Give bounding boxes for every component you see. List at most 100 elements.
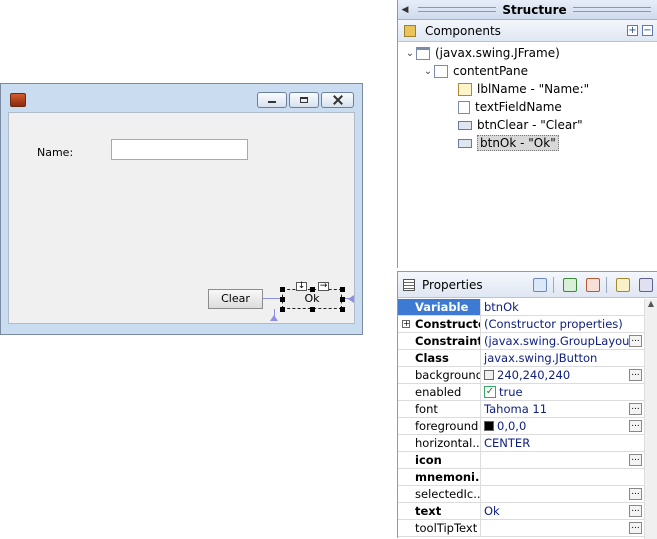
- resize-handle[interactable]: [310, 307, 315, 312]
- close-button[interactable]: [321, 92, 354, 108]
- resize-handle[interactable]: [340, 287, 345, 292]
- clear-button[interactable]: Clear: [208, 289, 263, 309]
- property-row[interactable]: enabled ✓ true: [398, 384, 644, 401]
- property-row[interactable]: mnemoni...: [398, 469, 644, 486]
- properties-icon: [403, 278, 415, 291]
- property-value[interactable]: (Constructor properties): [481, 316, 644, 332]
- property-value-text: 0,0,0: [497, 419, 527, 433]
- ellipsis-button[interactable]: ...: [629, 454, 642, 466]
- color-swatch: [484, 421, 494, 431]
- tree-item-contentpane[interactable]: ⌄ contentPane: [422, 62, 528, 80]
- ok-button[interactable]: Ok: [282, 289, 342, 309]
- property-value-text: (javax.swing.GroupLayout): [484, 334, 639, 348]
- property-value-text: 240,240,240: [497, 368, 571, 382]
- structure-title: Structure: [502, 2, 567, 17]
- property-value[interactable]: ...: [481, 520, 644, 536]
- property-value[interactable]: btnOk: [481, 299, 644, 315]
- property-row[interactable]: Class javax.swing.JButton: [398, 350, 644, 367]
- scroll-up-icon[interactable]: ▲: [645, 299, 657, 311]
- minimize-button[interactable]: [257, 92, 287, 108]
- resize-handle[interactable]: [280, 287, 285, 292]
- property-name: foreground: [398, 418, 481, 434]
- maximize-icon: [300, 97, 308, 103]
- expand-all-icon[interactable]: +: [627, 25, 638, 36]
- property-row[interactable]: selectedIc... ...: [398, 486, 644, 503]
- property-name: icon: [398, 452, 481, 468]
- property-name: Constructor: [398, 316, 481, 332]
- property-row[interactable]: text Ok...: [398, 503, 644, 520]
- property-row[interactable]: Variable btnOk: [398, 299, 644, 316]
- property-value[interactable]: [481, 469, 644, 485]
- property-name: text: [398, 503, 481, 519]
- label-icon: [458, 82, 472, 96]
- property-row[interactable]: font Tahoma 11...: [398, 401, 644, 418]
- property-value[interactable]: ...: [481, 486, 644, 502]
- resize-handle[interactable]: [310, 287, 315, 292]
- resize-handle[interactable]: [340, 297, 345, 302]
- show-advanced-icon[interactable]: [639, 277, 653, 292]
- tree-item-lblname[interactable]: lblName - "Name:": [458, 80, 589, 98]
- goto-definition-icon[interactable]: [563, 277, 577, 292]
- property-name: mnemoni...: [398, 469, 481, 485]
- tree-item-label: contentPane: [453, 64, 528, 78]
- property-value[interactable]: 240,240,240...: [481, 367, 644, 383]
- tree-item-btnok[interactable]: btnOk - "Ok": [458, 134, 559, 152]
- tree-item-label: btnOk - "Ok": [477, 135, 559, 151]
- anchor-down-icon[interactable]: ↓: [296, 282, 307, 291]
- ellipsis-button[interactable]: ...: [629, 420, 642, 432]
- property-value[interactable]: javax.swing.JButton: [481, 350, 644, 366]
- property-value[interactable]: 0,0,0...: [481, 418, 644, 434]
- maximize-button[interactable]: [289, 92, 319, 108]
- ellipsis-button[interactable]: ...: [629, 369, 642, 381]
- collapse-left-icon[interactable]: ◀: [398, 5, 412, 15]
- collapse-all-icon[interactable]: −: [642, 25, 653, 36]
- property-value[interactable]: Tahoma 11...: [481, 401, 644, 417]
- properties-title: Properties: [422, 277, 483, 292]
- ellipsis-button[interactable]: ...: [629, 403, 642, 415]
- anchor-right-icon[interactable]: →: [318, 282, 329, 291]
- checkbox-checked-icon[interactable]: ✓: [484, 386, 496, 398]
- convert-local-icon[interactable]: [586, 277, 600, 292]
- show-events-icon[interactable]: [533, 277, 547, 292]
- property-value[interactable]: ✓ true: [481, 384, 644, 400]
- expand-properties-icon[interactable]: [616, 277, 630, 292]
- property-name: Class: [398, 350, 481, 366]
- tree-item-jframe[interactable]: ⌄ (javax.swing.JFrame): [404, 44, 560, 62]
- property-row[interactable]: foreground 0,0,0...: [398, 418, 644, 435]
- property-value[interactable]: (javax.swing.GroupLayout)...: [481, 333, 644, 349]
- jframe-icon: [416, 46, 430, 60]
- tree-item-textfieldname[interactable]: textFieldName: [458, 98, 562, 116]
- property-name: enabled: [398, 384, 481, 400]
- chevron-down-icon[interactable]: ⌄: [422, 66, 434, 77]
- resize-handle[interactable]: [340, 307, 345, 312]
- property-value-text: true: [499, 385, 523, 399]
- structure-panel: ◀ Structure Components + − ⌄ (javax.swin…: [397, 0, 657, 268]
- property-value[interactable]: CENTER: [481, 435, 644, 451]
- property-row[interactable]: + Constructor (Constructor properties): [398, 316, 644, 333]
- property-row[interactable]: horizontal... CENTER: [398, 435, 644, 452]
- property-row[interactable]: toolTipText ...: [398, 520, 644, 537]
- expand-plus-icon[interactable]: +: [402, 320, 410, 328]
- components-bar: Components + −: [398, 20, 657, 42]
- property-row[interactable]: icon ...: [398, 452, 644, 469]
- resize-handle[interactable]: [280, 307, 285, 312]
- ellipsis-button[interactable]: ...: [629, 505, 642, 517]
- property-value[interactable]: Ok...: [481, 503, 644, 519]
- button-icon: [458, 120, 472, 130]
- resize-handle[interactable]: [280, 297, 285, 302]
- properties-scrollbar[interactable]: ▲: [644, 299, 657, 539]
- content-pane[interactable]: Name: Clear Ok ↓ →: [8, 112, 355, 324]
- property-name: background: [398, 367, 481, 383]
- property-row[interactable]: background 240,240,240...: [398, 367, 644, 384]
- name-textfield[interactable]: [111, 139, 248, 160]
- ellipsis-button[interactable]: ...: [629, 335, 642, 347]
- ellipsis-button[interactable]: ...: [629, 522, 642, 534]
- property-value[interactable]: ...: [481, 452, 644, 468]
- tree-item-btnclear[interactable]: btnClear - "Clear": [458, 116, 583, 134]
- tree-item-label: btnClear - "Clear": [477, 118, 583, 132]
- header-grip: [572, 7, 652, 12]
- ellipsis-button[interactable]: ...: [629, 488, 642, 500]
- name-label[interactable]: Name:: [37, 146, 73, 159]
- chevron-down-icon[interactable]: ⌄: [404, 48, 416, 59]
- property-row[interactable]: Constraints (javax.swing.GroupLayout)...: [398, 333, 644, 350]
